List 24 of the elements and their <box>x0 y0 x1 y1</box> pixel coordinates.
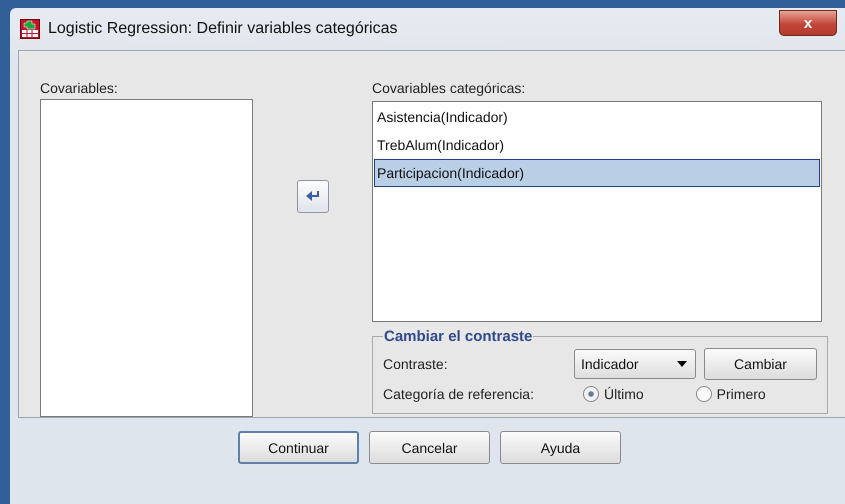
arrow-left-icon <box>304 190 320 204</box>
dialog-button[interactable]: Continuar <box>238 431 359 464</box>
radio-button[interactable] <box>696 386 712 402</box>
close-button[interactable]: x <box>779 10 837 36</box>
reference-label: Categoría de referencia: <box>383 386 535 402</box>
radio-label: Primero <box>716 386 766 402</box>
dropdown-arrow-icon <box>677 361 687 367</box>
move-button[interactable] <box>296 180 328 213</box>
categorical-covariables-list[interactable]: Asistencia(Indicador) TrebAlum(Indicador) Participacion(Indicador) <box>372 101 822 322</box>
contrast-label: Contraste: <box>383 356 449 372</box>
categorical-covariables-label: Covariables categóricas: <box>372 81 526 98</box>
window-title: Logistic Regression: Definir variables categóricas <box>48 20 398 38</box>
list-item[interactable]: Participacion(Indicador) <box>374 159 820 187</box>
change-button[interactable]: Cambiar <box>704 348 817 380</box>
list-item[interactable]: Asistencia(Indicador) <box>374 103 820 131</box>
contrast-dropdown[interactable]: Indicador <box>574 349 696 379</box>
covariables-label: Covariables: <box>40 81 119 98</box>
list-item[interactable]: TrebAlum(Indicador) <box>374 131 820 159</box>
dialog-button[interactable]: Cancelar <box>369 431 490 464</box>
dialog-button[interactable]: Ayuda <box>500 431 621 464</box>
radio-label: Último <box>604 386 644 402</box>
spreadsheet-plus-icon <box>20 19 40 39</box>
group-title: Cambiar el contraste <box>383 328 534 345</box>
radio-button[interactable] <box>583 386 599 402</box>
